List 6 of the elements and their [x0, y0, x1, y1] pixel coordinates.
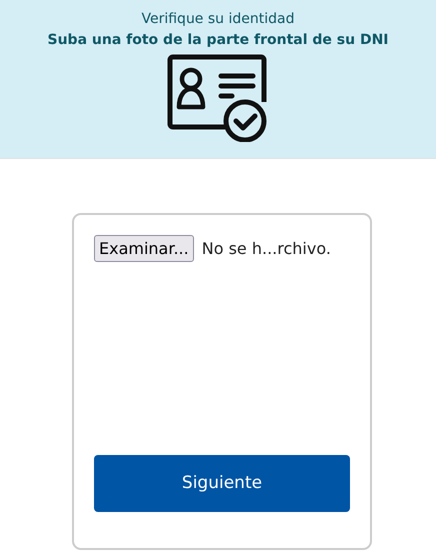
page-title: Verifique su identidad	[140, 10, 296, 29]
page-subtitle: Suba una foto de la parte frontal de su DNI	[46, 31, 390, 50]
browse-button[interactable]: Examinar...	[94, 235, 194, 262]
file-status-text: No se h...rchivo.	[202, 238, 331, 260]
id-card-check-icon	[167, 54, 269, 142]
next-button[interactable]: Siguiente	[94, 455, 350, 512]
